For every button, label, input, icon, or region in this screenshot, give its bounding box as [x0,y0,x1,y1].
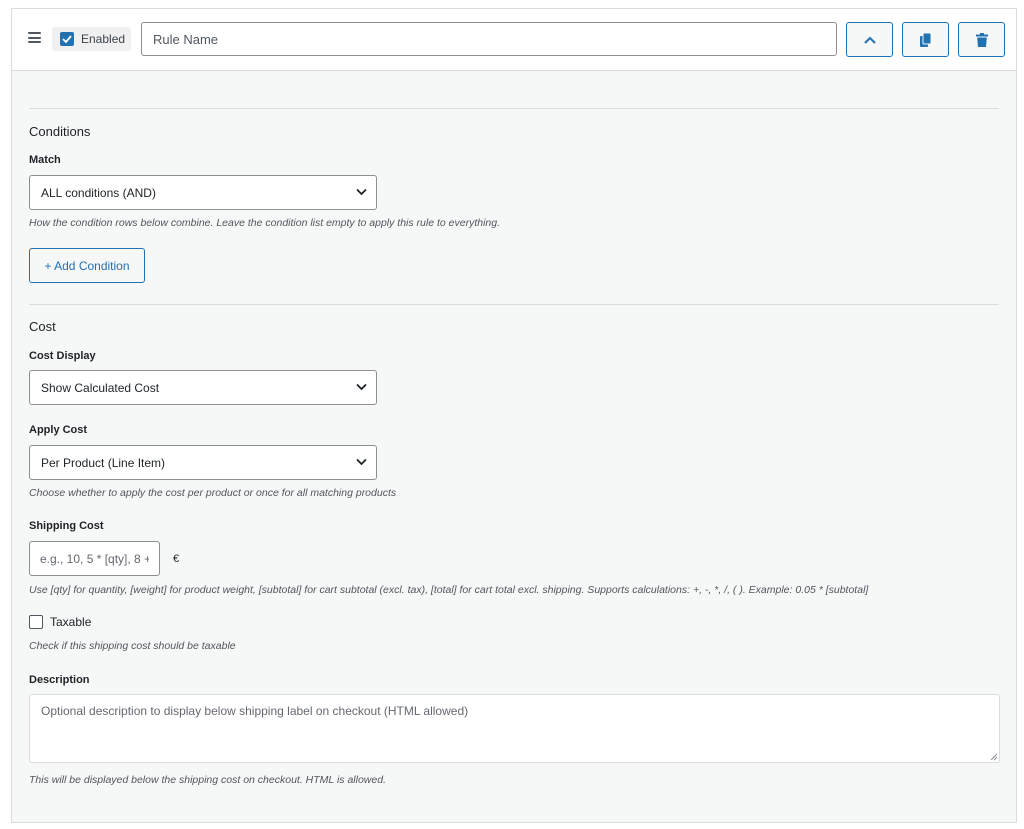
enabled-toggle[interactable]: Enabled [52,27,131,51]
chevron-down-icon [356,383,367,391]
chevron-down-icon [356,188,367,196]
section-divider [29,304,999,305]
drag-handle-icon[interactable] [28,32,41,43]
shipping-cost-help-text: Use [qty] for quantity, [weight] for pro… [29,584,869,596]
match-label: Match [29,154,61,166]
taxable-help-text: Check if this shipping cost should be ta… [29,640,236,652]
taxable-checkbox[interactable] [29,615,43,629]
cost-display-select[interactable]: Show Calculated Cost [29,370,377,405]
collapse-button[interactable] [846,22,893,57]
chevron-down-icon [356,458,367,466]
apply-cost-select[interactable]: Per Product (Line Item) [29,445,377,480]
description-label: Description [29,674,90,686]
description-textarea[interactable] [29,694,1000,763]
section-divider [29,108,999,109]
taxable-label: Taxable [50,615,92,629]
rule-header: Enabled [12,9,1016,71]
rule-name-input[interactable] [141,22,837,56]
resize-grip-icon[interactable] [990,753,998,761]
cost-heading: Cost [29,319,56,334]
shipping-cost-label: Shipping Cost [29,520,104,532]
apply-cost-help-text: Choose whether to apply the cost per pro… [29,487,397,499]
conditions-heading: Conditions [29,124,91,139]
add-condition-button[interactable]: + Add Condition [29,248,145,283]
checkbox-checked-icon[interactable] [60,32,74,46]
cost-display-label: Cost Display [29,350,96,362]
description-help-text: This will be displayed below the shippin… [29,774,386,786]
match-select-value: ALL conditions (AND) [41,185,156,200]
match-help-text: How the condition rows below combine. Le… [29,217,501,229]
duplicate-button[interactable] [902,22,949,57]
copy-icon [919,32,931,47]
enabled-label: Enabled [81,32,126,46]
shipping-rule-panel: Enabled Conditions Match ALL conditions … [11,8,1017,823]
trash-icon [975,32,988,47]
delete-button[interactable] [958,22,1005,57]
shipping-cost-input[interactable] [29,541,160,576]
currency-symbol: € [173,553,180,565]
apply-cost-label: Apply Cost [29,424,88,436]
apply-cost-value: Per Product (Line Item) [41,455,166,470]
cost-display-value: Show Calculated Cost [41,380,160,395]
chevron-up-icon [863,36,876,44]
match-select[interactable]: ALL conditions (AND) [29,175,377,210]
